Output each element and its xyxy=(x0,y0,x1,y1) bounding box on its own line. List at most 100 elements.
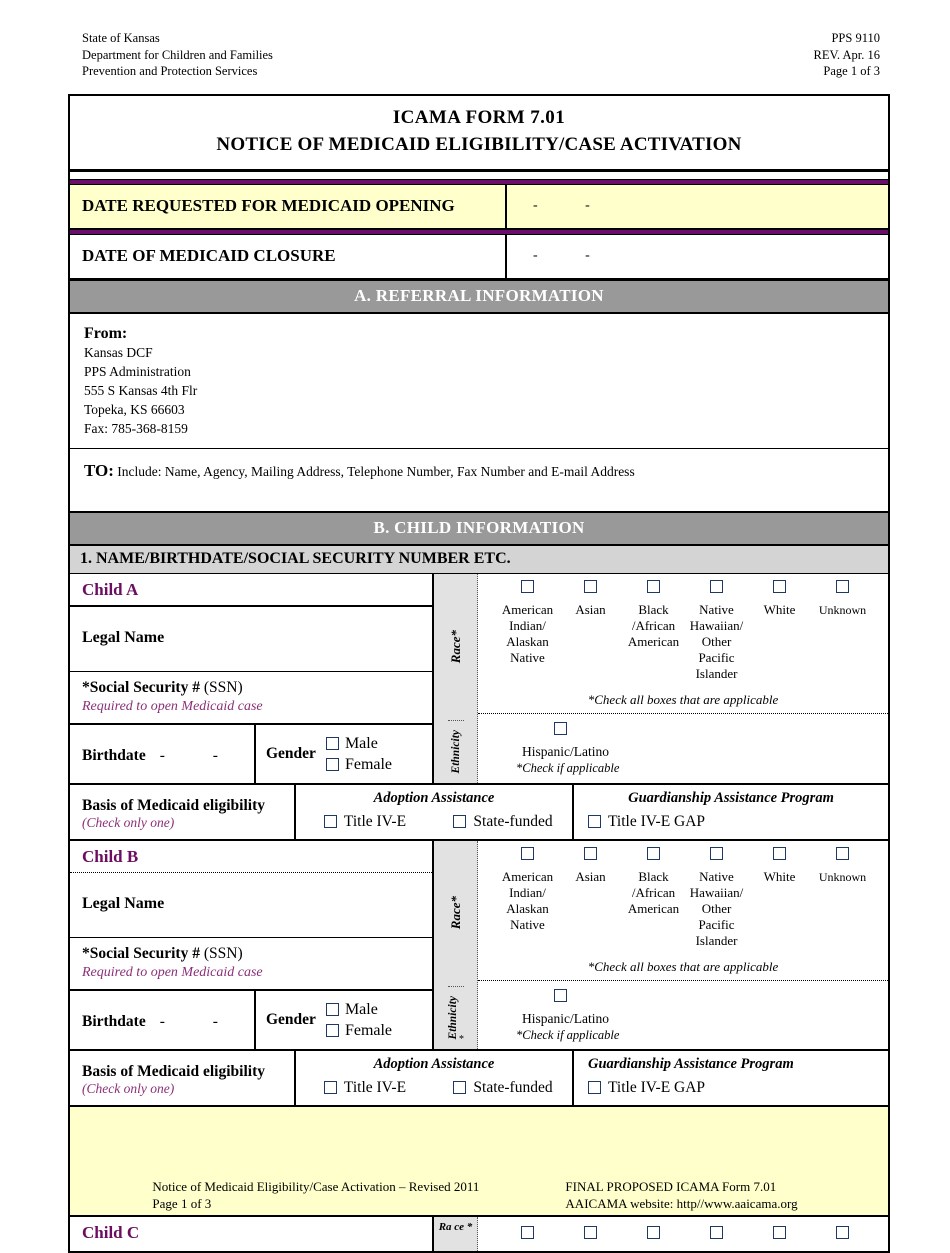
basis-label-main: Basis of Medicaid eligibility xyxy=(82,796,265,814)
child-a-race-option-american-indian[interactable]: American Indian/ Alaskan Native xyxy=(496,579,559,682)
child-b-race-option-unknown[interactable]: Unknown xyxy=(811,846,874,949)
child-b-adoption-state-funded-option[interactable]: State-funded xyxy=(434,1079,572,1097)
checkbox-icon[interactable] xyxy=(647,579,660,593)
child-a-race-band-label: Race* xyxy=(447,629,463,664)
checkbox-icon[interactable] xyxy=(453,815,467,828)
child-b-guardianship-title-ive-gap-option[interactable]: Title IV-E GAP xyxy=(574,1079,705,1097)
section-a-header: A. REFERRAL INFORMATION xyxy=(70,278,888,314)
checkbox-icon[interactable] xyxy=(323,815,337,828)
race-option-label: White xyxy=(763,601,796,617)
child-c-race-option-asian[interactable] xyxy=(559,1225,622,1251)
checkbox-icon[interactable] xyxy=(521,579,534,593)
child-a-race-option-asian[interactable]: Asian xyxy=(559,579,622,682)
child-a-adoption-state-funded-option[interactable]: State-funded xyxy=(434,813,572,831)
checkbox-icon[interactable] xyxy=(647,1225,660,1239)
child-b-vertical-bands: Race* Ethnicity * xyxy=(434,840,478,1049)
checkbox-icon[interactable] xyxy=(773,579,786,593)
child-b-race-option-black-african-american[interactable]: Black /African American xyxy=(622,846,685,949)
child-b-race-option-asian[interactable]: Asian xyxy=(559,846,622,949)
child-b-gender-female-option[interactable]: Female xyxy=(325,1020,392,1041)
checkbox-icon[interactable] xyxy=(584,846,597,860)
checkbox-icon[interactable] xyxy=(554,721,567,735)
form-page: State of Kansas Department for Children … xyxy=(0,0,950,1253)
footer-form-status: FINAL PROPOSED ICAMA Form 7.01 xyxy=(565,1179,777,1194)
checkbox-icon[interactable] xyxy=(325,1023,339,1037)
checkbox-icon[interactable] xyxy=(584,1225,597,1239)
child-a-ethnicity-label: Hispanic/Latino xyxy=(522,743,609,759)
child-b-race-option-white[interactable]: White xyxy=(748,846,811,949)
child-a-gender-female-option[interactable]: Female xyxy=(325,754,392,775)
child-b-ethnicity-band-label: Ethnicity xyxy=(447,995,459,1040)
checkbox-icon[interactable] xyxy=(588,1081,601,1094)
child-a-adoption-title-ive-option[interactable]: Title IV-E xyxy=(296,813,434,831)
checkbox-icon[interactable] xyxy=(773,1225,786,1239)
checkbox-icon[interactable] xyxy=(325,1002,339,1016)
child-b-gender-label: Gender xyxy=(266,1010,316,1028)
child-b-legal-name-field[interactable]: Legal Name xyxy=(70,873,432,938)
child-c-heading: Child C xyxy=(70,1216,434,1251)
child-c-race-option-unknown[interactable] xyxy=(811,1225,874,1251)
checkbox-icon[interactable] xyxy=(710,1225,723,1239)
child-b-race-option-native-hawaiian[interactable]: Native Hawaiian/ Other Pacific Islander xyxy=(685,846,748,949)
child-b-ssn-label: *Social Security # (SSN) xyxy=(82,944,243,962)
child-c-race-option-black-african-american[interactable] xyxy=(622,1225,685,1251)
checkbox-icon[interactable] xyxy=(584,579,597,593)
checkbox-icon[interactable] xyxy=(554,988,567,1002)
child-a-legal-name-field[interactable]: Legal Name xyxy=(70,607,432,672)
race-option-label: Native Hawaiian/ Other Pacific Islander xyxy=(689,868,744,948)
to-label: TO: xyxy=(84,460,114,480)
checkbox-icon[interactable] xyxy=(710,579,723,593)
checkbox-icon[interactable] xyxy=(325,757,339,771)
child-b-birthdate-field[interactable]: Birthdate - - xyxy=(70,990,256,1049)
child-b-ssn-note: Required to open Medicaid case xyxy=(82,964,263,980)
child-a-race-option-native-hawaiian[interactable]: Native Hawaiian/ Other Pacific Islander xyxy=(685,579,748,682)
child-a-right: American Indian/ Alaskan Native Asian Bl… xyxy=(478,574,888,783)
child-a-race-option-black-african-american[interactable]: Black /African American xyxy=(622,579,685,682)
child-a-birthdate-field[interactable]: Birthdate - - xyxy=(70,724,256,783)
adoption-assistance-title: Adoption Assistance xyxy=(373,1055,495,1072)
child-a-race-options: American Indian/ Alaskan Native Asian Bl… xyxy=(478,579,888,682)
checkbox-icon[interactable] xyxy=(710,846,723,860)
from-line-division: PPS Administration xyxy=(84,363,191,379)
child-b-ethnicity-option[interactable] xyxy=(508,988,888,1010)
checkbox-icon[interactable] xyxy=(521,846,534,860)
child-c-race-option-american-indian[interactable] xyxy=(496,1225,559,1251)
agency-department: Department for Children and Families xyxy=(82,47,273,62)
checkbox-icon[interactable] xyxy=(773,846,786,860)
basis-label-sub: (Check only one) xyxy=(82,814,175,830)
checkbox-icon[interactable] xyxy=(453,1081,467,1094)
race-option-label: Black /African American xyxy=(627,868,680,916)
checkbox-icon[interactable] xyxy=(836,1225,849,1239)
child-a-ethnicity-option[interactable] xyxy=(508,721,888,743)
child-b-race-option-american-indian[interactable]: American Indian/ Alaskan Native xyxy=(496,846,559,949)
child-c-race-option-native-hawaiian[interactable] xyxy=(685,1225,748,1251)
child-c-race-band-line2: ce * xyxy=(454,1220,473,1233)
child-a-heading: Child A xyxy=(70,574,432,607)
guardianship-title: Guardianship Assistance Program xyxy=(628,789,834,806)
child-a-race-option-white[interactable]: White xyxy=(748,579,811,682)
checkbox-icon[interactable] xyxy=(647,846,660,860)
date-closure-value[interactable]: - - xyxy=(507,235,888,278)
checkbox-icon[interactable] xyxy=(325,736,339,750)
checkbox-icon[interactable] xyxy=(588,815,601,828)
checkbox-icon[interactable] xyxy=(836,579,849,593)
child-a-guardianship-title-ive-gap-option[interactable]: Title IV-E GAP xyxy=(574,813,705,831)
child-b-gender-male-option[interactable]: Male xyxy=(325,999,392,1020)
form-title-line1: ICAMA FORM 7.01 xyxy=(392,106,566,128)
child-a-gender-male-option[interactable]: Male xyxy=(325,733,392,754)
child-b-basis-label: Basis of Medicaid eligibility (Check onl… xyxy=(70,1050,296,1105)
child-a-adoption-assistance-col: Adoption Assistance Title IV-E State-fun… xyxy=(296,784,574,839)
child-a-race-option-unknown[interactable]: Unknown xyxy=(811,579,874,682)
child-a-ssn-note: Required to open Medicaid case xyxy=(82,698,263,714)
date-requested-value[interactable]: - - xyxy=(507,185,888,228)
from-line-city: Topeka, KS 66603 xyxy=(84,401,185,417)
checkbox-icon[interactable] xyxy=(521,1225,534,1239)
child-b-adoption-assistance-col: Adoption Assistance Title IV-E State-fun… xyxy=(296,1050,574,1105)
child-c-race-option-white[interactable] xyxy=(748,1225,811,1251)
to-block[interactable]: TO: Include: Name, Agency, Mailing Addre… xyxy=(70,449,888,511)
child-b-adoption-title-ive-option[interactable]: Title IV-E xyxy=(296,1079,434,1097)
child-b-ssn-field[interactable]: *Social Security # (SSN) Required to ope… xyxy=(70,938,432,991)
checkbox-icon[interactable] xyxy=(323,1081,337,1094)
checkbox-icon[interactable] xyxy=(836,846,849,860)
child-a-ssn-field[interactable]: *Social Security # (SSN) Required to ope… xyxy=(70,672,432,725)
